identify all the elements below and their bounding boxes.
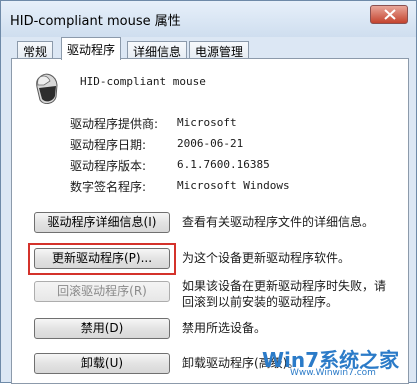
mouse-icon (36, 73, 58, 105)
watermark-url: Www.Winwin7.com (290, 368, 376, 378)
rollback-driver-button: 回滚驱动程序(R) (34, 281, 170, 302)
disable-button[interactable]: 禁用(D) (34, 318, 170, 339)
version-label: 驱动程序版本: (70, 159, 147, 173)
tab-power-management[interactable]: 电源管理 (189, 41, 250, 59)
version-value: 6.1.7600.16385 (177, 158, 270, 171)
update-driver-desc: 为这个设备更新驱动程序软件。 (182, 251, 351, 265)
title-bar[interactable]: HID-compliant mouse 属性 (1, 1, 416, 37)
update-driver-button[interactable]: 更新驱动程序(P)... (34, 248, 170, 269)
window-title: HID-compliant mouse 属性 (10, 14, 181, 29)
driver-tab-panel: HID-compliant mouse 驱动程序提供商: Microsoft 驱… (11, 58, 409, 384)
rollback-driver-desc: 如果该设备在更新驱动程序时失败，请回滚到以前安装的驱动程序。 (182, 279, 387, 309)
device-name: HID-compliant mouse (80, 75, 206, 88)
date-value: 2006-06-21 (177, 137, 244, 150)
date-label: 驱动程序日期: (70, 138, 147, 152)
tab-details[interactable]: 详细信息 (127, 41, 188, 59)
signer-label: 数字签名程序: (70, 180, 147, 194)
watermark: Win7系统之家 Www.Winwin7.com (262, 344, 412, 380)
tab-driver[interactable]: 驱动程序 (61, 37, 122, 60)
provider-value: Microsoft (177, 116, 237, 129)
driver-details-button[interactable]: 驱动程序详细信息(I) (34, 212, 170, 233)
signer-value: Microsoft Windows (177, 179, 290, 192)
properties-window: HID-compliant mouse 属性 常规 驱动程序 详细信息 电源管理… (0, 0, 417, 384)
uninstall-button[interactable]: 卸载(U) (34, 353, 170, 374)
tab-general[interactable]: 常规 (17, 41, 54, 59)
close-icon (384, 9, 396, 20)
close-button[interactable] (370, 5, 408, 24)
disable-desc: 禁用所选设备。 (182, 321, 267, 335)
provider-label: 驱动程序提供商: (70, 117, 159, 131)
driver-details-desc: 查看有关驱动程序文件的详细信息。 (182, 215, 375, 229)
